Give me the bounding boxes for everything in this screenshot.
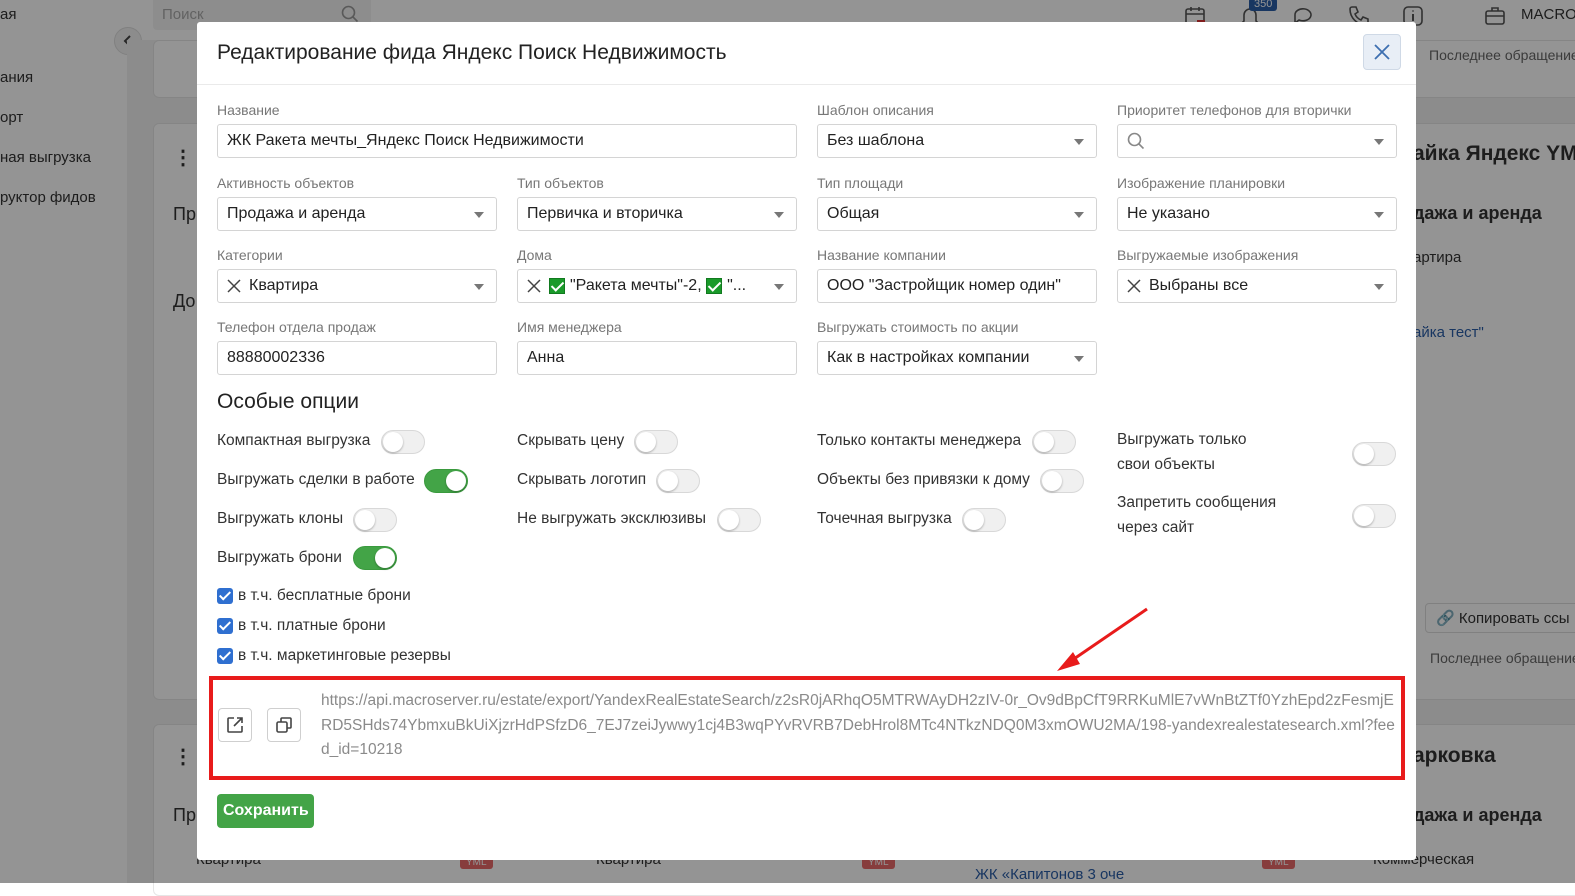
annotation-arrow xyxy=(1057,607,1148,671)
